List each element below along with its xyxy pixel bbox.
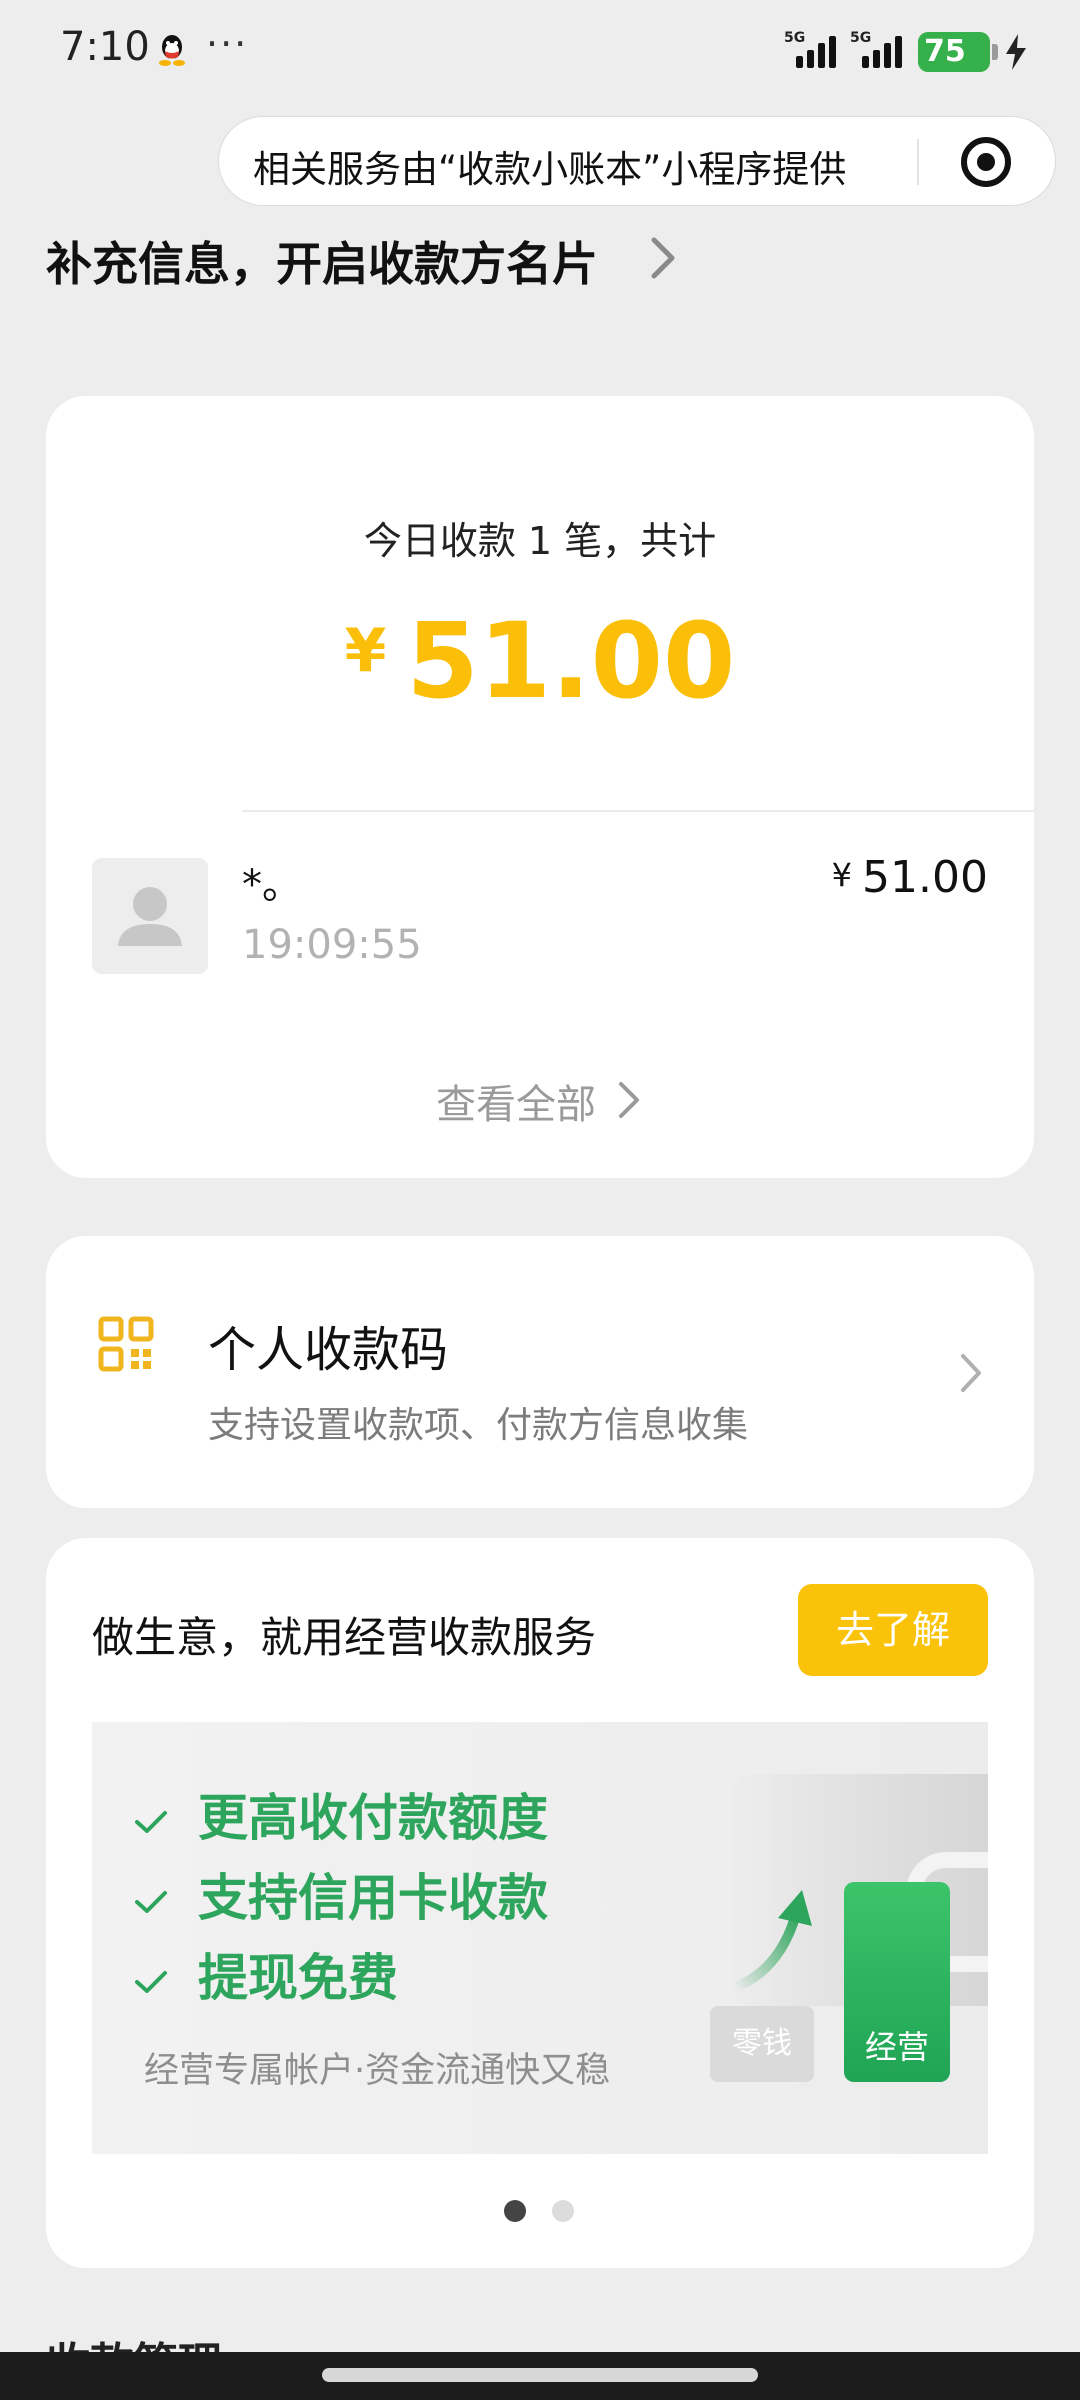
battery-tip: [992, 44, 998, 60]
status-time: 7:10: [60, 24, 150, 70]
feature-item: 更高收付款额度: [134, 1778, 548, 1850]
complete-info-link[interactable]: 补充信息，开启收款方名片: [46, 228, 598, 294]
default-avatar-icon: [92, 858, 208, 974]
target-icon[interactable]: [961, 137, 1011, 187]
battery-indicator: 75: [918, 32, 990, 72]
currency-symbol: ¥: [344, 616, 387, 686]
signal-strength-icon: 5G: [784, 30, 840, 70]
today-total-amount: ¥51.00: [0, 600, 1080, 722]
divider: [242, 810, 1034, 812]
chevron-right-icon[interactable]: [958, 1352, 984, 1394]
personal-qr-title: 个人收款码: [208, 1322, 449, 1378]
check-icon: [135, 1890, 167, 1913]
more-notifications-icon: ···: [206, 22, 249, 66]
chevron-right-icon[interactable]: [616, 1080, 642, 1120]
personal-qr-subtitle: 支持设置收款项、付款方信息收集: [208, 1405, 749, 1446]
business-account-tile: 经营: [844, 1882, 950, 2082]
qq-icon: [159, 35, 185, 66]
view-all-link[interactable]: 查看全部: [436, 1072, 596, 1130]
banner-subtitle: 经营专属帐户·资金流通快又稳: [144, 2051, 611, 2091]
chevron-right-icon[interactable]: [648, 236, 678, 280]
check-icon: [135, 1810, 167, 1833]
payment-time: 19:09:55: [242, 922, 422, 968]
business-banner[interactable]: 更高收付款额度 支持信用卡收款 提现免费 经营专属帐户·资金流通快又稳 零钱 经…: [92, 1722, 988, 2154]
qr-code-icon: [98, 1316, 154, 1372]
feature-item: 支持信用卡收款: [134, 1858, 548, 1930]
capsule-divider: [917, 139, 919, 185]
charging-icon: [1006, 34, 1026, 70]
business-service-title: 做生意，就用经营收款服务: [92, 1613, 597, 1662]
total-value: 51.00: [406, 600, 736, 722]
feature-item: 提现免费: [134, 1938, 398, 2010]
today-count-label: 今日收款 1 笔，共计: [363, 519, 717, 563]
home-indicator[interactable]: [322, 2368, 758, 2382]
check-icon: [135, 1970, 167, 1993]
mini-program-capsule[interactable]: 相关服务由“收款小账本”小程序提供: [218, 116, 1056, 206]
personal-qr-card[interactable]: [46, 1236, 1034, 1508]
learn-more-button[interactable]: 去了解: [798, 1584, 988, 1676]
payer-name: *。: [242, 862, 302, 908]
mini-program-notice: 相关服务由“收款小账本”小程序提供: [253, 148, 847, 191]
change-wallet-tile: 零钱: [710, 2006, 814, 2082]
carousel-dot-active[interactable]: [504, 2200, 526, 2222]
payment-amount: ¥51.00: [831, 852, 988, 903]
carousel-dot[interactable]: [552, 2200, 574, 2222]
signal-strength-icon: 5G: [850, 30, 906, 70]
growth-arrow-icon: [729, 1890, 812, 1993]
